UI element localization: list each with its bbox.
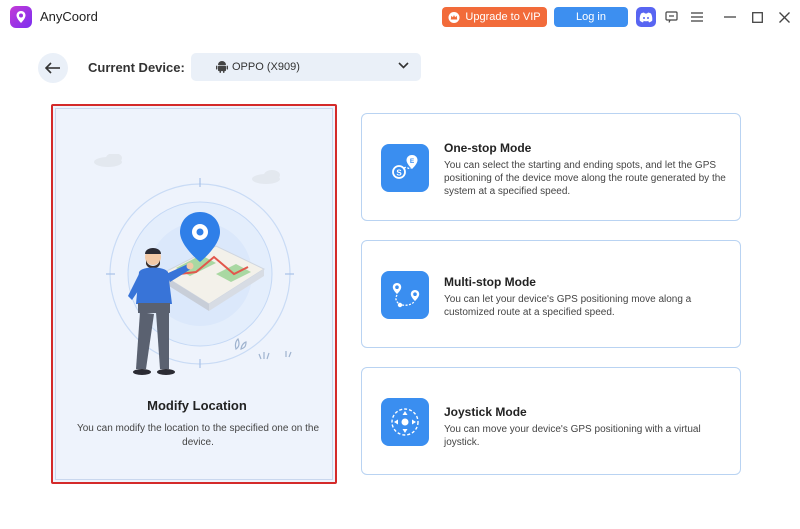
chevron-down-icon [398, 62, 409, 69]
menu-icon[interactable] [687, 7, 707, 27]
one-stop-mode-description: You can select the starting and ending s… [444, 160, 726, 197]
android-icon [216, 61, 228, 73]
device-dropdown[interactable]: OPPO (X909) [191, 53, 421, 81]
multi-stop-mode-title: Multi-stop Mode [444, 275, 536, 289]
arrow-left-icon [45, 62, 60, 74]
login-button[interactable]: Log in [554, 7, 628, 27]
modify-location-illustration [94, 154, 294, 375]
modify-location-card[interactable]: Modify Location You can modify the locat… [51, 104, 337, 484]
joystick-mode-title: Joystick Mode [444, 405, 527, 419]
feedback-icon[interactable] [661, 7, 681, 27]
one-stop-route-icon: S E [381, 144, 429, 192]
close-icon[interactable] [774, 7, 794, 27]
joystick-icon [381, 398, 429, 446]
device-name: OPPO (X909) [232, 61, 300, 73]
multi-stop-mode-card[interactable]: Multi-stop Mode You can let your device'… [361, 240, 741, 348]
joystick-mode-card[interactable]: Joystick Mode You can move your device's… [361, 367, 741, 475]
modify-location-title: Modify Location [147, 398, 247, 413]
upgrade-vip-button[interactable]: Upgrade to VIP [442, 7, 547, 27]
minimize-icon[interactable] [720, 7, 740, 27]
multi-stop-mode-description: You can let your device's GPS positionin… [444, 294, 692, 318]
modify-location-card-inner: Modify Location You can modify the locat… [55, 108, 333, 480]
discord-icon[interactable] [636, 7, 656, 27]
crown-icon [448, 11, 460, 23]
svg-text:E: E [410, 158, 415, 165]
modify-location-description: You can modify the location to the speci… [76, 423, 320, 448]
app-title: AnyCoord [40, 9, 98, 24]
svg-text:S: S [396, 169, 402, 178]
multi-stop-route-icon [381, 271, 429, 319]
upgrade-vip-label: Upgrade to VIP [465, 11, 541, 23]
back-button[interactable] [38, 53, 68, 83]
current-device-label: Current Device: [88, 60, 185, 75]
one-stop-mode-title: One-stop Mode [444, 141, 532, 155]
maximize-icon[interactable] [747, 7, 767, 27]
one-stop-mode-card[interactable]: S E One-stop Mode You can select the sta… [361, 113, 741, 221]
app-logo-icon [10, 6, 32, 28]
title-bar: AnyCoord Upgrade to VIP Log in [0, 0, 800, 34]
joystick-mode-description: You can move your device's GPS positioni… [444, 424, 701, 448]
